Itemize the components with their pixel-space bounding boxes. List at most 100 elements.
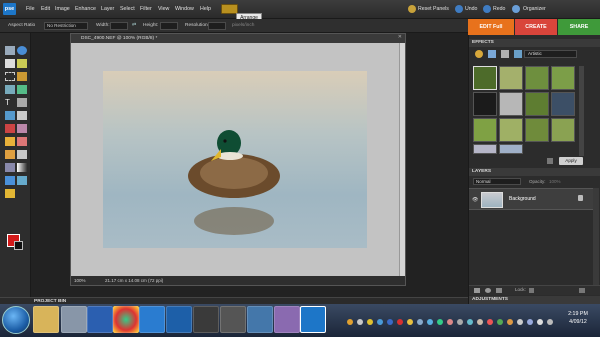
- reset-panels-button[interactable]: Reset Panels: [418, 6, 449, 12]
- tray-icon[interactable]: [387, 319, 393, 325]
- organizer-button[interactable]: Organizer: [523, 6, 546, 12]
- height-field[interactable]: [160, 22, 178, 30]
- smart-brush-icon[interactable]: [17, 150, 27, 159]
- aspect-ratio-select[interactable]: No Restriction: [44, 22, 88, 30]
- recompose-tool-icon[interactable]: [5, 111, 15, 120]
- effect-thumbnail[interactable]: [525, 92, 549, 116]
- effect-thumbnail[interactable]: [525, 66, 549, 90]
- adjustment-layer-icon[interactable]: [485, 288, 491, 293]
- tray-icon[interactable]: [497, 319, 503, 325]
- clone-stamp-icon[interactable]: [5, 137, 15, 146]
- resolution-unit[interactable]: pixels/inch: [232, 23, 254, 28]
- zoom-tool-icon[interactable]: [17, 46, 27, 55]
- start-button[interactable]: [2, 306, 30, 334]
- effects-menu-icon[interactable]: [514, 50, 522, 58]
- photoshop-elements-taskbar-icon[interactable]: [166, 306, 192, 333]
- quick-selection-icon[interactable]: [17, 85, 27, 94]
- zoom-level[interactable]: 100%: [74, 276, 86, 285]
- tray-icon[interactable]: [427, 319, 433, 325]
- shape-tool-icon[interactable]: [5, 176, 15, 185]
- tray-icon[interactable]: [447, 319, 453, 325]
- ie-taskbar-icon[interactable]: [139, 306, 165, 333]
- tray-icon[interactable]: [347, 319, 353, 325]
- tray-icon[interactable]: [437, 319, 443, 325]
- undo-button[interactable]: Undo: [465, 6, 477, 12]
- menu-filter[interactable]: Filter: [140, 6, 152, 12]
- itunes-taskbar-icon[interactable]: [247, 306, 273, 333]
- menu-view[interactable]: View: [158, 6, 169, 12]
- background-color-swatch[interactable]: [14, 241, 23, 250]
- tray-icon[interactable]: [517, 319, 523, 325]
- menu-help[interactable]: Help: [200, 6, 211, 12]
- lock-transparency-icon[interactable]: [529, 288, 534, 293]
- eyedropper-icon[interactable]: [17, 59, 27, 68]
- document-tab[interactable]: DSC_4900.NEF @ 100% (RGB/8) *: [71, 34, 405, 43]
- effect-thumbnail[interactable]: [499, 118, 523, 142]
- app-taskbar-icon[interactable]: [61, 306, 87, 333]
- explorer-taskbar-icon[interactable]: [33, 306, 59, 333]
- swap-icon[interactable]: ⇄: [132, 23, 136, 28]
- effect-thumbnail[interactable]: [499, 92, 523, 116]
- trash-icon[interactable]: [547, 158, 553, 164]
- layers-panel-header[interactable]: LAYERS: [469, 168, 600, 176]
- effect-thumbnail[interactable]: [551, 66, 575, 90]
- vertical-scrollbar[interactable]: [399, 43, 405, 277]
- effect-thumbnail[interactable]: [551, 92, 575, 116]
- effects-category-select[interactable]: Artistic: [524, 50, 577, 58]
- sponge-tool-icon[interactable]: [5, 189, 15, 198]
- tray-icon[interactable]: [357, 319, 363, 325]
- opacity-value[interactable]: 100%: [549, 179, 561, 184]
- paint-bucket-icon[interactable]: [5, 163, 15, 172]
- layer-row-background[interactable]: 👁 Background: [469, 188, 593, 210]
- tray-icon[interactable]: [407, 319, 413, 325]
- lightroom-taskbar-icon[interactable]: [193, 306, 219, 333]
- menu-window[interactable]: Window: [175, 6, 194, 12]
- effect-thumbnail[interactable]: [473, 118, 497, 142]
- redo-button[interactable]: Redo: [493, 6, 505, 12]
- visibility-eye-icon[interactable]: 👁: [472, 197, 478, 203]
- tray-icon[interactable]: [527, 319, 533, 325]
- effects-scrollbar[interactable]: [579, 66, 584, 156]
- resolution-field[interactable]: [208, 22, 226, 30]
- app-logo-icon[interactable]: pse: [3, 3, 16, 15]
- tab-edit-full[interactable]: EDIT Full: [468, 19, 514, 35]
- menu-image[interactable]: Image: [55, 6, 70, 12]
- spot-healing-icon[interactable]: [17, 124, 27, 133]
- tray-icon[interactable]: [457, 319, 463, 325]
- filters-icon[interactable]: [475, 50, 483, 58]
- tab-create[interactable]: CREATE: [515, 19, 557, 35]
- app-taskbar-icon[interactable]: [274, 306, 300, 333]
- apply-button[interactable]: Apply: [559, 157, 583, 165]
- effects-panel-header[interactable]: EFFECTS: [469, 39, 600, 47]
- photoshop-elements-active-taskbar-icon[interactable]: [300, 306, 326, 333]
- hand-tool-icon[interactable]: [5, 59, 15, 68]
- tray-icon[interactable]: [507, 319, 513, 325]
- menu-enhance[interactable]: Enhance: [75, 6, 96, 12]
- effect-thumbnail[interactable]: [473, 66, 497, 90]
- layer-styles-icon[interactable]: [488, 50, 496, 58]
- close-document-icon[interactable]: ✕: [398, 34, 402, 40]
- effect-thumbnail[interactable]: [473, 92, 497, 116]
- tray-icon[interactable]: [417, 319, 423, 325]
- app-taskbar-icon[interactable]: [220, 306, 246, 333]
- menu-edit[interactable]: Edit: [41, 6, 50, 12]
- tray-icon[interactable]: [487, 319, 493, 325]
- blur-tool-icon[interactable]: [17, 176, 27, 185]
- tray-icon[interactable]: [367, 319, 373, 325]
- marquee-tool-icon[interactable]: [5, 72, 15, 81]
- effect-thumbnail[interactable]: [473, 144, 497, 154]
- menu-file[interactable]: File: [26, 6, 35, 12]
- tray-icon[interactable]: [377, 319, 383, 325]
- crop-tool-icon[interactable]: [17, 98, 27, 107]
- tab-share[interactable]: SHARE: [558, 19, 600, 35]
- move-tool-icon[interactable]: [5, 46, 15, 55]
- effect-thumbnail[interactable]: [525, 118, 549, 142]
- project-bin-bar[interactable]: PROJECT BIN: [0, 297, 468, 304]
- type-tool-icon[interactable]: T: [5, 98, 15, 107]
- delete-layer-icon[interactable]: [496, 288, 502, 293]
- layers-scrollbar[interactable]: [593, 188, 599, 285]
- blend-mode-select[interactable]: Normal: [473, 178, 521, 185]
- magic-wand-icon[interactable]: [5, 85, 15, 94]
- effect-thumbnail[interactable]: [499, 66, 523, 90]
- chrome-taskbar-icon[interactable]: [113, 306, 139, 333]
